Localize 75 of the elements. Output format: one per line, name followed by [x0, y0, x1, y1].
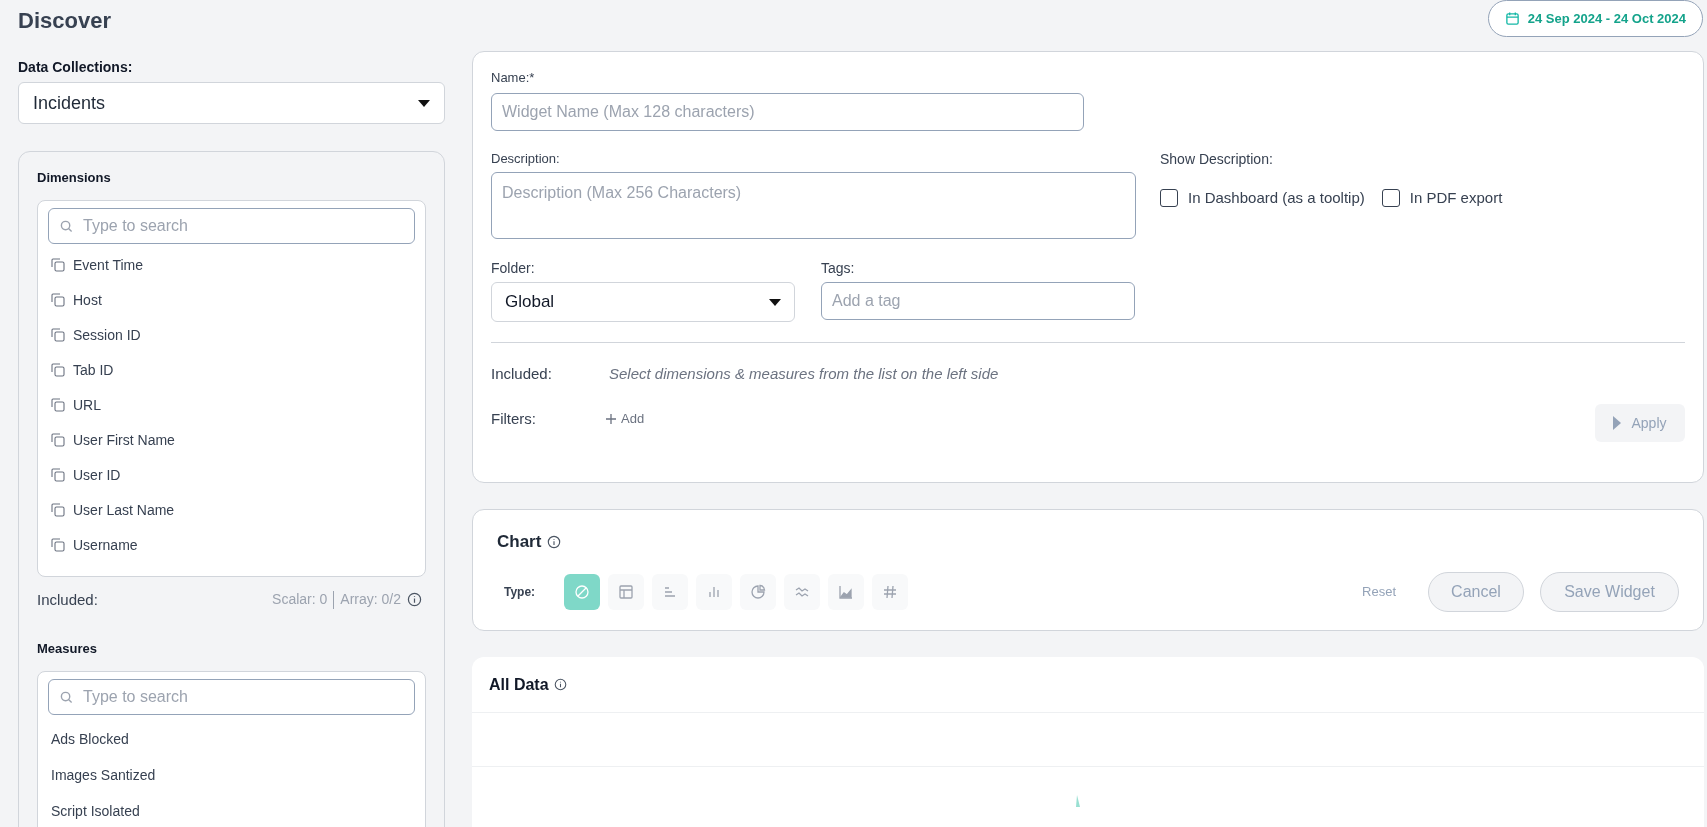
card-title: All Data [489, 674, 549, 695]
field-label: Name:* [491, 69, 536, 87]
plus-icon [606, 413, 616, 424]
info-icon[interactable] [547, 534, 562, 549]
measure-item[interactable]: Images Santized [48, 757, 415, 794]
filters-label: Filters: [491, 408, 537, 429]
info-icon[interactable] [407, 592, 422, 608]
description-input[interactable]: Description (Max 256 Characters) [491, 172, 1136, 239]
checkbox[interactable] [1160, 188, 1178, 207]
name-input[interactable]: Widget Name (Max 128 characters) [491, 92, 1084, 131]
search-field[interactable]: Type to search [48, 207, 415, 244]
play-icon [1613, 416, 1622, 430]
checkbox-label: In Dashboard (as a tooltip) [1188, 187, 1365, 208]
included-hint: Select dimensions & measures from the list on the left side [609, 364, 999, 384]
caret-icon [418, 99, 430, 107]
search-icon [60, 690, 73, 704]
loading-spinner-icon [1076, 795, 1080, 807]
section-title: Measures [37, 640, 98, 658]
search-icon [60, 219, 73, 233]
chart-type-button[interactable] [564, 573, 600, 610]
chart-type-button[interactable] [872, 573, 908, 610]
caret-icon [769, 298, 781, 306]
copy-icon [51, 293, 65, 307]
dimension-item[interactable]: Event Time [48, 247, 415, 283]
copy-icon [51, 328, 65, 342]
page-title: Discover [18, 7, 111, 35]
info-icon[interactable] [553, 678, 567, 691]
copy-icon [51, 363, 65, 377]
section-title: Dimensions [37, 169, 112, 187]
chart-type-button[interactable] [652, 573, 688, 610]
scalar-count: Scalar: 0 [272, 590, 328, 610]
chart-type-button[interactable] [696, 573, 732, 610]
hash-icon [882, 583, 898, 600]
included-label: Included: [491, 364, 553, 384]
copy-icon [51, 503, 65, 517]
copy-icon [51, 468, 65, 482]
chart-type-button[interactable] [784, 573, 820, 610]
checkbox[interactable] [1381, 188, 1400, 207]
field-label: Folder: [491, 259, 536, 278]
array-count: Array: 0/2 [340, 590, 401, 610]
pie-chart-icon [750, 583, 766, 600]
dimension-item[interactable]: User First Name [48, 422, 415, 458]
card-title: Chart [497, 531, 542, 553]
dimension-item[interactable]: Session ID [48, 317, 415, 353]
copy-icon [51, 433, 65, 447]
search-field[interactable]: Type to search [48, 678, 415, 715]
dimension-item[interactable]: User ID [48, 457, 415, 493]
add-filter-button[interactable]: Add [606, 409, 645, 429]
field-label: Tags: [821, 259, 856, 278]
field-label: Show Description: [1160, 149, 1274, 169]
table-icon [618, 583, 634, 600]
chart-type-button[interactable] [740, 573, 776, 610]
copy-icon [51, 538, 65, 552]
field-label: Data Collections: [18, 58, 134, 77]
dimension-item[interactable]: Username [48, 527, 415, 563]
dimension-item[interactable]: Tab ID [48, 352, 415, 388]
chart-type-button[interactable] [608, 573, 644, 610]
dimension-item[interactable]: User Last Name [48, 492, 415, 528]
disabled-icon [574, 583, 590, 600]
folder-select[interactable]: Global [491, 282, 795, 322]
calendar-icon [1504, 11, 1520, 26]
measure-item[interactable]: Ads Blocked [48, 721, 415, 758]
copy-icon [51, 398, 65, 412]
checkbox-label: In PDF export [1409, 187, 1503, 208]
included-label: Included: [37, 589, 98, 610]
field-label: Description: [491, 149, 561, 168]
tags-input[interactable]: Add a tag [821, 282, 1135, 320]
measure-item[interactable]: Script Isolated [48, 793, 415, 827]
type-label: Type: [503, 583, 537, 601]
dimension-item[interactable]: Host [48, 282, 415, 318]
dimension-item[interactable]: URL [48, 387, 415, 423]
area-chart-icon [838, 583, 854, 600]
chart-type-button[interactable] [828, 573, 864, 610]
collection-select[interactable]: Incidents [18, 82, 445, 124]
copy-icon [51, 258, 65, 272]
